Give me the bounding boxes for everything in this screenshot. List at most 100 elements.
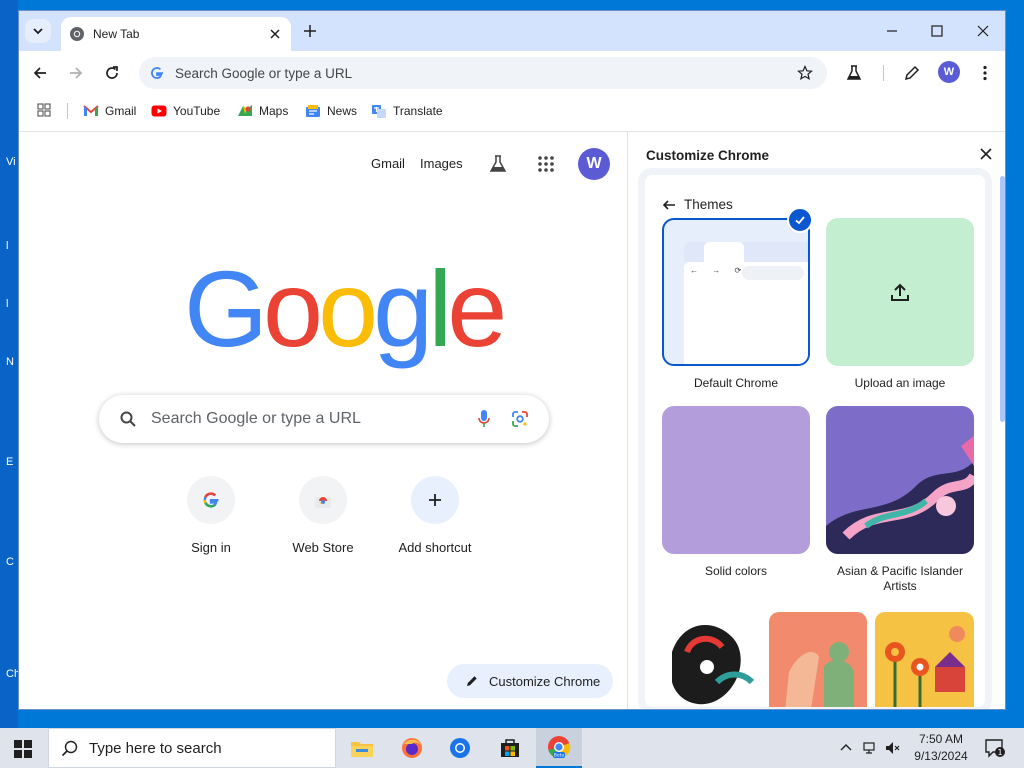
microphone-icon[interactable] bbox=[477, 409, 491, 429]
taskbar-search-box[interactable]: Type here to search bbox=[48, 728, 336, 768]
theme-asian-pacific-islander-artists[interactable] bbox=[826, 406, 974, 554]
file-explorer-icon bbox=[351, 742, 373, 757]
taskbar: Type here to search Beta 7:50 AM 9/13/20… bbox=[0, 728, 1024, 768]
labs-flask-icon[interactable] bbox=[488, 154, 508, 174]
themes-card: Themes ← → ⟳ Default Chrome Upload an im… bbox=[638, 168, 992, 709]
theme-solid-colors[interactable] bbox=[662, 406, 810, 554]
taskbar-firefox[interactable] bbox=[390, 728, 434, 768]
desktop-icon-label: Vi bbox=[6, 156, 16, 168]
apps-grid-icon[interactable] bbox=[37, 103, 51, 117]
theme-label: Asian & Pacific Islander Artists bbox=[836, 564, 964, 593]
labs-flask-icon[interactable] bbox=[845, 64, 863, 82]
taskbar-chrome-beta[interactable]: Beta bbox=[536, 728, 582, 768]
themes-back-button[interactable]: Themes bbox=[662, 197, 733, 212]
mini-omnibox bbox=[742, 266, 804, 280]
upload-icon bbox=[891, 283, 909, 301]
tab-search-button[interactable] bbox=[25, 19, 51, 43]
bookmark-label: Gmail bbox=[105, 104, 137, 118]
customize-chrome-button[interactable]: Customize Chrome bbox=[447, 664, 613, 698]
images-link[interactable]: Images bbox=[420, 156, 463, 171]
google-g-icon bbox=[203, 492, 219, 508]
new-tab-icon[interactable] bbox=[301, 22, 319, 40]
taskbar-store[interactable] bbox=[488, 728, 532, 768]
bookmark-label: YouTube bbox=[173, 104, 221, 118]
taskbar-file-explorer[interactable] bbox=[340, 728, 384, 768]
bookmark-news[interactable]: News bbox=[305, 102, 357, 120]
close-icon[interactable] bbox=[979, 147, 993, 161]
chrome-web-store-icon bbox=[315, 497, 331, 508]
bookmark-translate[interactable]: Translate bbox=[371, 102, 443, 120]
more-menu-icon[interactable] bbox=[976, 64, 994, 82]
artwork-thumbnail bbox=[885, 626, 965, 707]
show-hidden-icons-chevron-up-icon[interactable] bbox=[838, 740, 854, 756]
close-tab-icon[interactable] bbox=[267, 26, 283, 42]
bookmarks-bar: Gmail YouTube Maps News Translate bbox=[19, 95, 1005, 127]
forward-arrow-icon[interactable] bbox=[67, 64, 85, 82]
pencil-edit-icon[interactable] bbox=[903, 64, 921, 82]
customize-chrome-panel: Customize Chrome Themes ← → ⟳ Default Ch… bbox=[627, 131, 1005, 709]
bookmark-label: Maps bbox=[259, 104, 289, 118]
shortcut-sign-in[interactable]: Sign in bbox=[155, 476, 267, 555]
bookmark-maps[interactable]: Maps bbox=[237, 102, 288, 120]
profile-avatar[interactable]: W bbox=[938, 61, 960, 83]
bookmark-gmail[interactable]: Gmail bbox=[83, 102, 136, 120]
theme-thumbnail[interactable] bbox=[769, 612, 867, 707]
back-arrow-icon[interactable] bbox=[31, 64, 49, 82]
maximize-icon[interactable] bbox=[929, 23, 945, 39]
notification-center-icon[interactable]: 1 bbox=[984, 738, 1006, 758]
shortcut-label: Add shortcut bbox=[398, 540, 472, 555]
network-icon[interactable] bbox=[862, 740, 878, 756]
ntp-search-box[interactable]: Search Google or type a URL bbox=[99, 395, 549, 443]
artwork-thumbnail bbox=[672, 625, 755, 705]
taskbar-clock[interactable]: 7:50 AM 9/13/2024 bbox=[910, 731, 972, 765]
clock-time: 7:50 AM bbox=[918, 732, 964, 746]
theme-default-chrome[interactable]: ← → ⟳ bbox=[662, 218, 810, 366]
taskbar-chromium[interactable] bbox=[438, 728, 482, 768]
google-apps-icon[interactable] bbox=[538, 156, 554, 172]
ntp-profile-avatar[interactable]: W bbox=[578, 148, 610, 180]
google-lens-icon[interactable] bbox=[511, 410, 529, 428]
new-tab-page: Gmail Images W Google Search Google or t… bbox=[19, 131, 627, 709]
chromium-icon bbox=[450, 738, 470, 758]
pencil-icon bbox=[467, 676, 477, 686]
bookmark-star-icon[interactable] bbox=[797, 65, 813, 81]
back-arrow-icon bbox=[662, 199, 675, 210]
omnibox-placeholder: Search Google or type a URL bbox=[175, 66, 353, 81]
gmail-link[interactable]: Gmail bbox=[371, 156, 405, 171]
shortcut-tile bbox=[187, 476, 235, 524]
reload-icon[interactable] bbox=[103, 64, 121, 82]
bookmark-youtube[interactable]: YouTube bbox=[151, 102, 220, 120]
youtube-icon bbox=[151, 105, 167, 117]
minimize-icon[interactable] bbox=[884, 23, 900, 39]
beta-badge: Beta bbox=[554, 753, 565, 759]
shortcut-label: Sign in bbox=[191, 540, 231, 555]
close-window-icon[interactable] bbox=[975, 23, 991, 39]
clock-date: 9/13/2024 bbox=[914, 749, 968, 763]
shortcut-add[interactable]: Add shortcut bbox=[379, 476, 491, 555]
shortcut-web-store[interactable]: Web Store bbox=[267, 476, 379, 555]
taskbar-search-placeholder: Type here to search bbox=[89, 739, 222, 757]
tab-new-tab[interactable]: New Tab bbox=[61, 17, 291, 51]
desktop-edge: Vi l l N E C Ch bbox=[0, 0, 20, 728]
gmail-icon bbox=[83, 105, 99, 116]
ntp-search-placeholder: Search Google or type a URL bbox=[151, 410, 361, 427]
artwork-thumbnail bbox=[785, 642, 854, 707]
mini-tabstrip bbox=[684, 242, 808, 262]
logo-letter: o bbox=[263, 248, 323, 369]
windows-start-icon[interactable] bbox=[14, 740, 32, 758]
volume-muted-icon[interactable] bbox=[884, 740, 900, 756]
desktop-icon-label: E bbox=[6, 456, 14, 468]
theme-upload-image[interactable] bbox=[826, 218, 974, 366]
desktop-icon-label: N bbox=[6, 356, 14, 368]
panel-scrollbar[interactable] bbox=[1000, 176, 1005, 422]
toolbar-divider bbox=[883, 65, 884, 81]
theme-thumbnail[interactable] bbox=[662, 612, 762, 707]
themes-back-label: Themes bbox=[684, 197, 733, 212]
theme-thumbnail[interactable] bbox=[875, 612, 974, 707]
chrome-icon bbox=[70, 27, 84, 41]
omnibox[interactable]: Search Google or type a URL bbox=[139, 57, 827, 89]
maps-icon bbox=[238, 105, 252, 116]
firefox-icon bbox=[402, 738, 422, 758]
theme-label: Upload an image bbox=[854, 376, 946, 390]
panel-title: Customize Chrome bbox=[646, 148, 770, 163]
